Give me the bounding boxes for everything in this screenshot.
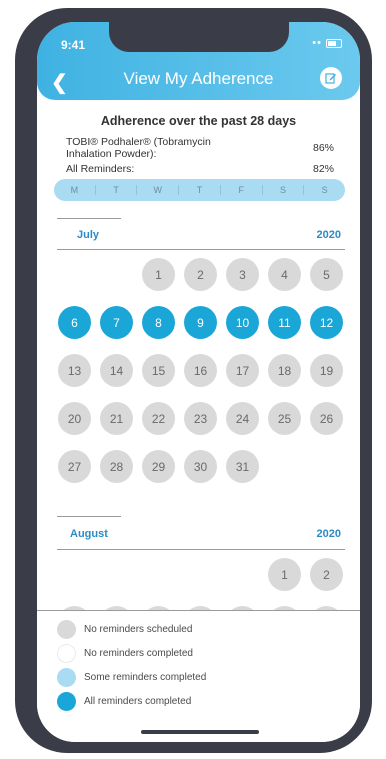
calendar-day[interactable]: 12 (310, 306, 343, 339)
weekday-label: T (179, 185, 221, 195)
legend-item: No reminders completed (57, 644, 193, 663)
calendar-day[interactable]: 30 (184, 450, 217, 483)
calendar-day[interactable]: 17 (226, 354, 259, 387)
legend-item: No reminders scheduled (57, 620, 192, 639)
status-icons: •• (312, 37, 342, 49)
month-name-july: July (77, 229, 100, 241)
legend-swatch (57, 644, 76, 663)
edit-icon (325, 73, 336, 84)
calendar-day[interactable]: 11 (268, 306, 301, 339)
calendar-day[interactable]: 29 (142, 450, 175, 483)
calendar-day[interactable]: 28 (100, 450, 133, 483)
drug-label-line1: TOBI® Podhaler® (Tobramycin (66, 136, 211, 148)
divider (57, 549, 345, 550)
weekday-label: T (96, 185, 138, 195)
weekday-label: W (137, 185, 180, 195)
weekday-label: F (221, 185, 263, 195)
calendar-day[interactable]: 8 (142, 306, 175, 339)
legend-label: No reminders completed (84, 648, 193, 659)
wifi-icon: •• (312, 37, 322, 49)
calendar-day[interactable]: 4 (268, 258, 301, 291)
calendar-day[interactable]: 18 (268, 354, 301, 387)
calendar-day[interactable]: 3 (226, 258, 259, 291)
calendar-day[interactable]: 27 (58, 450, 91, 483)
status-time: 9:41 (61, 38, 86, 52)
calendar-day[interactable]: 13 (58, 354, 91, 387)
weekday-label: S (263, 185, 305, 195)
divider (57, 218, 121, 219)
calendar-day[interactable]: 23 (184, 402, 217, 435)
page-title: View My Adherence (123, 69, 274, 88)
all-reminders-label: All Reminders: (66, 163, 135, 175)
calendar-day[interactable]: 10 (226, 306, 259, 339)
adherence-title: Adherence over the past 28 days (100, 114, 297, 128)
calendar-day[interactable]: 2 (310, 558, 343, 591)
legend-label: Some reminders completed (84, 672, 207, 683)
legend-swatch (57, 692, 76, 711)
calendar-day[interactable]: 2 (184, 258, 217, 291)
legend-swatch (57, 620, 76, 639)
drug-label-line2: Inhalation Powder): (66, 148, 157, 160)
calendar-day[interactable]: 9 (184, 306, 217, 339)
calendar-day[interactable]: 19 (310, 354, 343, 387)
screen: 9:41 •• ❮ View My Adherence Adherence ov… (37, 22, 360, 742)
calendar-day[interactable]: 26 (310, 402, 343, 435)
month-year-july: 2020 (316, 229, 341, 241)
calendar-day[interactable]: 16 (184, 354, 217, 387)
calendar-day[interactable]: 25 (268, 402, 301, 435)
legend-swatch (57, 668, 76, 687)
calendar-day[interactable]: 15 (142, 354, 175, 387)
calendar-day[interactable]: 31 (226, 450, 259, 483)
drug-percentage: 86% (312, 142, 334, 154)
calendar-day[interactable]: 1 (142, 258, 175, 291)
notch (109, 22, 289, 52)
calendar-day[interactable]: 22 (142, 402, 175, 435)
calendar-day[interactable]: 24 (226, 402, 259, 435)
weekday-label: S (321, 185, 328, 195)
drug-label: TOBI® Podhaler® (Tobramycin Inhalation P… (66, 136, 266, 160)
calendar-day[interactable]: 1 (268, 558, 301, 591)
legend: No reminders scheduled No reminders comp… (37, 610, 360, 742)
divider (57, 249, 345, 250)
edit-button[interactable] (320, 67, 342, 89)
calendar-day[interactable]: 21 (100, 402, 133, 435)
divider (57, 516, 121, 517)
battery-icon (326, 38, 342, 48)
home-indicator (141, 730, 259, 734)
calendar-day[interactable]: 6 (58, 306, 91, 339)
month-year-august: 2020 (316, 528, 341, 540)
legend-item: All reminders completed (57, 692, 191, 711)
calendar-day[interactable]: 5 (310, 258, 343, 291)
calendar-day[interactable]: 20 (58, 402, 91, 435)
legend-label: All reminders completed (84, 696, 192, 707)
weekday-header: M T W T F S S (54, 179, 345, 201)
all-reminders-percentage: 82% (312, 163, 334, 175)
calendar-day[interactable]: 7 (100, 306, 133, 339)
weekday-label: M (54, 185, 96, 195)
month-name-august: August (70, 528, 108, 540)
legend-label: No reminders scheduled (84, 624, 193, 635)
legend-item: Some reminders completed (57, 668, 206, 687)
calendar-day[interactable]: 14 (100, 354, 133, 387)
